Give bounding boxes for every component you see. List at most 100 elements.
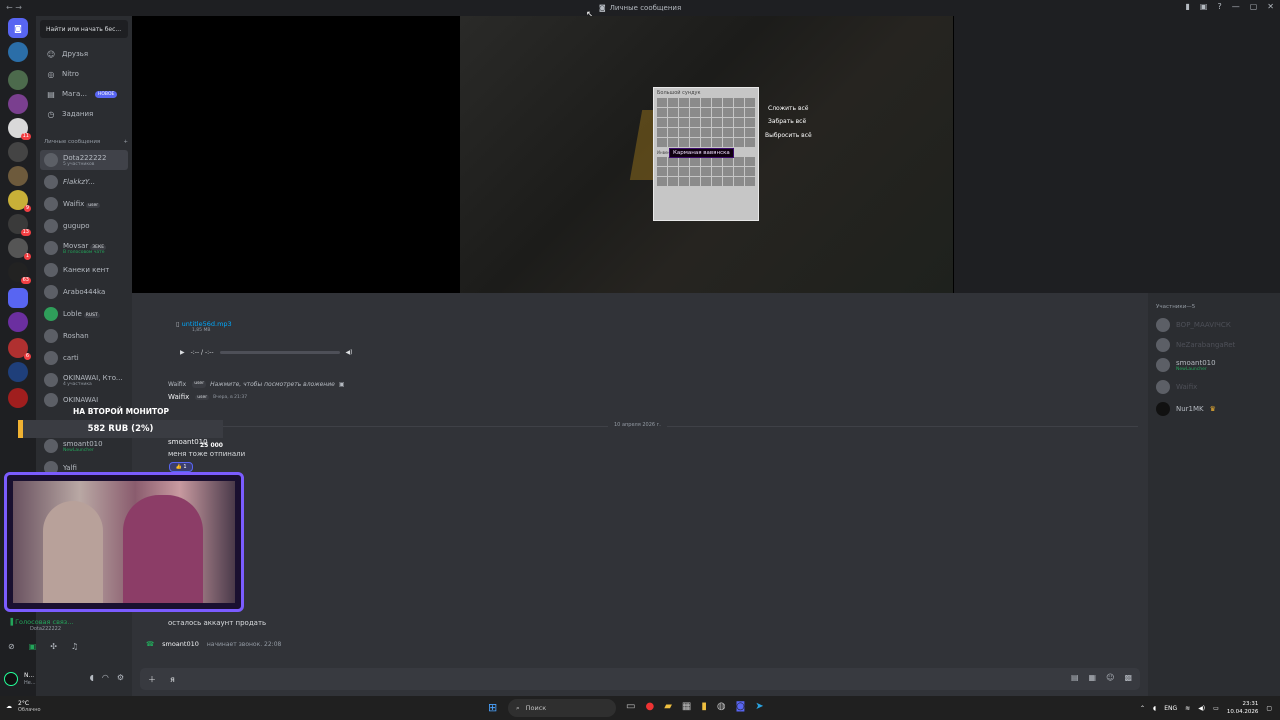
member-item[interactable]: Waifix [1156,379,1276,395]
server-icon[interactable]: 11 [8,118,31,140]
wifi-icon[interactable]: ≋ [1185,705,1190,712]
dm-item[interactable]: Dota222222 5 участников [40,150,128,170]
server-icon[interactable]: 6 [8,338,31,360]
avatar [44,241,58,255]
nav-shop[interactable]: ▤ Мага... НОВОЕ [40,86,128,102]
message-composer[interactable]: ＋ я ▤ ▦ ☺ ▩ [140,668,1140,690]
help-icon[interactable]: ? [1217,2,1221,11]
back-arrow-icon[interactable]: ← → [6,3,22,12]
server-icon[interactable]: 9 [8,190,31,212]
avatar [1156,380,1170,394]
battery-icon[interactable]: ▭ [1213,705,1219,712]
telegram-icon[interactable]: ➤ [755,701,763,712]
weather-widget[interactable]: ☁ 2°C Облачно [6,700,41,713]
speaker-icon[interactable]: ◀) [1198,705,1205,712]
folder-icon[interactable] [8,288,28,308]
file-attachment[interactable]: ▯ untitle56d.mp3 1,85 MB [176,320,232,333]
window-title: Личные сообщения [609,4,682,12]
add-attachment-icon[interactable]: ＋ [148,674,156,685]
minimize-button[interactable]: — [1232,2,1240,11]
headphones-icon[interactable]: ◠ [102,673,109,682]
nav-friends[interactable]: ☺ Друзья [40,46,128,62]
avatar [44,307,58,321]
discord-taskbar-icon[interactable]: ◙ [736,701,746,712]
avatar[interactable] [4,672,18,686]
taskbar-search[interactable]: ⌕ Поиск [508,699,616,717]
call-author[interactable]: smoant010 [162,640,199,648]
find-conversation-button[interactable]: Найти или начать бес... [40,20,128,38]
dm-item[interactable]: gugupo [40,216,128,236]
dm-item[interactable]: Roshan [40,326,128,346]
dm-item[interactable]: smoant010 NewLauncher [40,436,128,456]
dm-item[interactable]: OKINAWAI, Ктo... 4 участника [40,370,128,390]
dm-item[interactable]: FlakkzY... [40,172,128,192]
reaction-thumbs-up[interactable]: 👍 1 [169,462,193,472]
server-icon[interactable] [8,312,28,332]
close-button[interactable]: ✕ [1267,2,1274,11]
member-item[interactable]: Nur1MK ♛ [1156,401,1276,417]
dm-item[interactable]: Канеки кент [40,260,128,280]
task-view-icon[interactable]: ▭ [626,701,635,712]
tray-expand-icon[interactable]: ⌃ [1140,705,1145,712]
composer-text[interactable]: я [170,675,175,684]
server-icon[interactable]: 13 [8,214,31,236]
dm-name: Waifix [63,200,85,208]
volume-icon[interactable]: ◀) [346,349,353,356]
new-badge: НОВОЕ [94,90,118,98]
settings-gear-icon[interactable]: ⚙ [117,673,124,682]
file-explorer-icon[interactable]: ▰ [664,701,672,712]
file-name[interactable]: untitle56d.mp3 [182,320,232,328]
maximize-button[interactable]: ▢ [1250,2,1258,11]
add-dm-icon[interactable]: + [123,139,128,145]
home-discord-icon[interactable]: ◙ [8,18,28,38]
camera-off-icon[interactable]: ⊘ [8,642,15,651]
taskbar-apps: ▭ ● ▰ ▦ ▮ ◍ ◙ ➤ [626,701,764,712]
dm-item[interactable]: Loble RUST [40,304,128,324]
nav-nitro[interactable]: ◎ Nitro [40,66,128,82]
nav-quests[interactable]: ◷ Задания [40,106,128,122]
server-icon[interactable] [8,142,28,162]
server-icon[interactable]: 63 [8,262,31,284]
microphone-icon[interactable]: ◖ [90,673,94,682]
clock[interactable]: 23:31 10.04.2026 [1227,700,1259,716]
screen-share-icon[interactable]: ▣ [29,642,37,651]
member-item[interactable]: smoant010 NewLauncher [1156,357,1276,373]
dm-item[interactable]: carti [40,348,128,368]
yandex-browser-icon[interactable]: ● [645,701,654,712]
chrome-icon[interactable]: ◍ [717,701,726,712]
dm-item[interactable]: Arabo444ka [40,282,128,302]
language-indicator[interactable]: ENG [1164,705,1177,712]
dm-item[interactable]: Waifix user [40,194,128,214]
soundboard-icon[interactable]: ♫ [71,642,78,651]
member-item[interactable]: BOP_MAAVIЧСК [1156,317,1276,333]
app-icon[interactable]: ▮ [701,701,707,712]
voice-status[interactable]: ▐ Голосовая связ... Dota222222 [8,618,132,638]
store-icon[interactable]: ▦ [682,701,691,712]
member-name: Nur1MK [1176,405,1204,413]
windows-start-icon[interactable]: ⊞ [488,701,497,714]
dm-item[interactable]: Movsar ЗЕКЕ В голосовом чате [40,238,128,258]
server-icon[interactable] [8,362,28,382]
activities-icon[interactable]: ✣ [50,642,57,651]
server-icon[interactable] [8,70,28,90]
reply-preview[interactable]: Waifix user Нажмите, чтобы посмотреть вл… [168,381,345,388]
gif-icon[interactable]: ▤ [1071,673,1079,682]
message-author[interactable]: Waifix [168,393,189,401]
server-icon[interactable] [8,42,28,62]
emoji-icon[interactable]: ☺ [1106,673,1114,682]
server-icon[interactable]: 1 [8,238,31,260]
server-icon[interactable] [8,94,28,114]
sticker-icon[interactable]: ▦ [1089,673,1097,682]
server-icon[interactable] [8,388,28,408]
inbox-icon[interactable]: ▮ [1186,2,1190,11]
apps-icon[interactable]: ▩ [1124,673,1132,682]
screen-icon[interactable]: ▣ [1200,2,1208,11]
mic-tray-icon[interactable]: ◖ [1153,705,1156,712]
play-icon[interactable]: ▶ [180,349,185,356]
voice-channel: Dota222222 [30,626,62,632]
member-item[interactable]: NeZarabangaRet [1156,337,1276,353]
dm-name: Yalfi [63,464,77,472]
server-icon[interactable] [8,166,28,186]
audio-progress[interactable] [219,350,340,354]
notifications-icon[interactable]: ▢ [1266,705,1272,712]
